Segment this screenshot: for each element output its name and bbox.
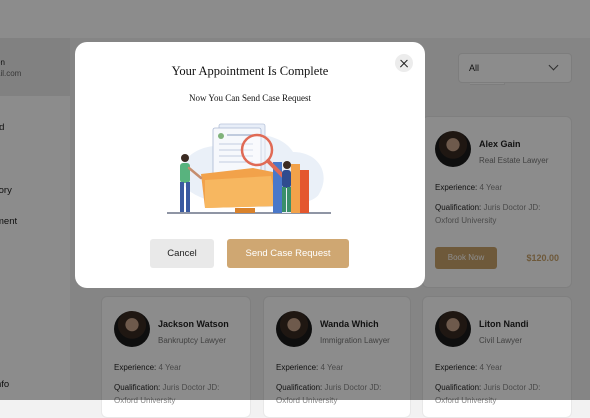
document-search-illustration bbox=[167, 123, 331, 214]
send-case-request-button[interactable]: Send Case Request bbox=[227, 239, 349, 268]
dialog-subtitle: Now You Can Send Case Request bbox=[188, 93, 311, 103]
cancel-button[interactable]: Cancel bbox=[150, 239, 214, 268]
dialog-title: Your Appointment Is Complete bbox=[171, 64, 329, 78]
appointment-complete-dialog: Your Appointment Is Complete Now You Can… bbox=[75, 42, 425, 288]
